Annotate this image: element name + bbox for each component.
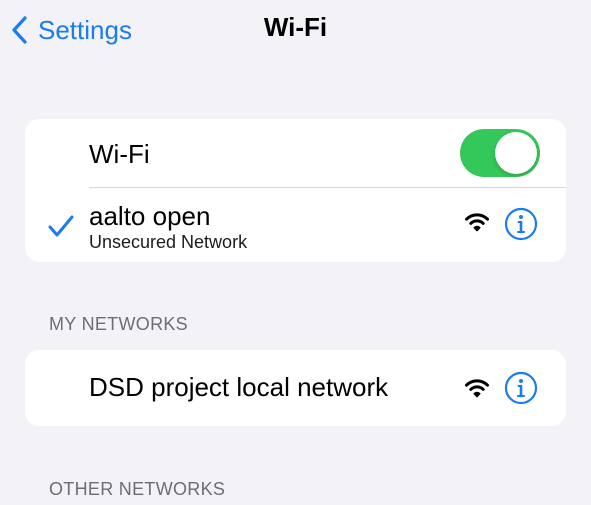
wifi-toggle-label: Wi-Fi — [89, 139, 150, 169]
current-network-row[interactable]: aalto open Unsecured Network — [25, 187, 566, 262]
my-networks-card: DSD project local network — [25, 350, 566, 426]
network-name: DSD project local network — [89, 372, 389, 402]
wifi-card: Wi-Fi aalto open Unsecured Network — [25, 119, 566, 262]
page-title: Wi-Fi — [263, 12, 328, 42]
wifi-signal-icon — [465, 379, 489, 398]
navigation-bar: Settings Wi-Fi — [0, 0, 591, 60]
my-networks-header: MY NETWORKS — [49, 314, 188, 334]
wifi-toggle[interactable] — [460, 129, 540, 177]
wifi-toggle-row: Wi-Fi — [25, 119, 566, 187]
other-networks-header: OTHER NETWORKS — [49, 479, 226, 499]
network-row[interactable]: DSD project local network — [25, 350, 566, 426]
toggle-knob — [495, 132, 537, 174]
checkmark-icon — [48, 215, 74, 237]
info-icon[interactable] — [504, 207, 538, 241]
info-icon[interactable] — [504, 371, 538, 405]
wifi-signal-icon — [465, 213, 489, 232]
current-network-name: aalto open — [89, 201, 211, 231]
current-network-security: Unsecured Network — [89, 232, 248, 252]
